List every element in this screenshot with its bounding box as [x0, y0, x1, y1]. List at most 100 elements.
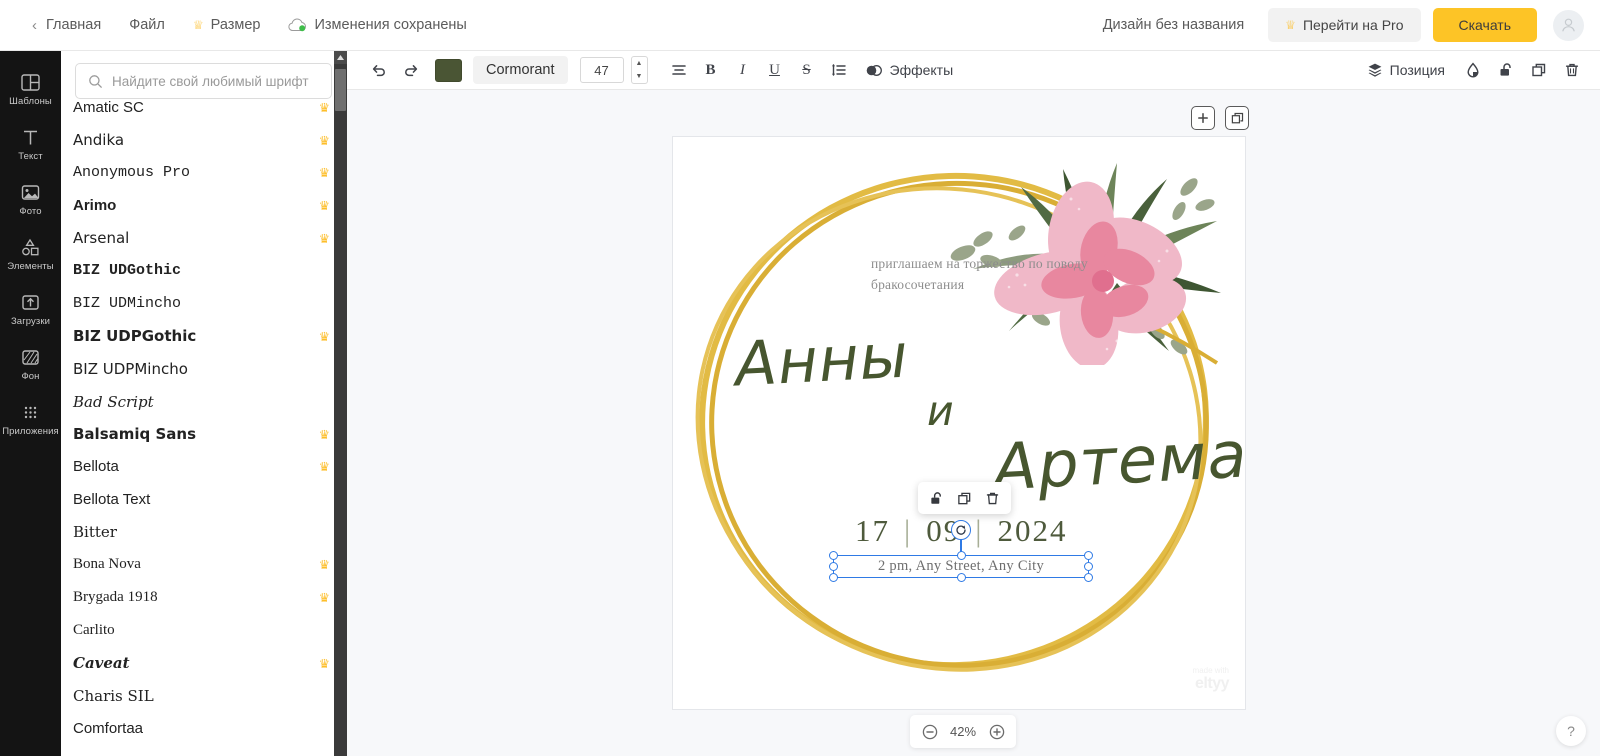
resize-handle-bottom-left[interactable]	[829, 573, 838, 582]
element-duplicate-button[interactable]	[952, 486, 977, 510]
delete-button[interactable]	[1558, 56, 1586, 84]
add-page-button[interactable]	[1191, 106, 1215, 130]
resize-handle-middle-right[interactable]	[1084, 562, 1093, 571]
font-family-selector[interactable]: Cormorant	[473, 56, 568, 84]
size-decrease-button[interactable]: ▼	[632, 70, 647, 83]
scrollbar-thumb[interactable]	[335, 69, 346, 111]
sidebar-item-templates[interactable]: Шаблоны	[0, 61, 61, 116]
position-button[interactable]: Позиция	[1358, 57, 1454, 83]
sidebar-item-apps[interactable]: Приложения	[0, 391, 61, 446]
watermark-top-label: made with	[1192, 665, 1229, 675]
sidebar-item-photo[interactable]: Фото	[0, 171, 61, 226]
font-list-item[interactable]: Bona Nova ♛	[61, 549, 346, 582]
effects-icon	[866, 64, 882, 76]
font-list-item[interactable]: Arimo ♛	[61, 189, 346, 222]
conjunction-text[interactable]: и	[927, 387, 955, 435]
resize-handle-top-left[interactable]	[829, 551, 838, 560]
font-list-item[interactable]: Bellota ♛	[61, 451, 346, 484]
transparency-button[interactable]	[1459, 56, 1487, 84]
element-unlock-button[interactable]	[924, 486, 949, 510]
font-list-item[interactable]: BIZ UDPGothic ♛	[61, 320, 346, 353]
font-list-item[interactable]: Balsamiq Sans ♛	[61, 418, 346, 451]
strikethrough-button[interactable]: S	[793, 56, 821, 84]
help-button[interactable]: ?	[1556, 716, 1586, 746]
font-name-label: Carlito	[73, 621, 115, 638]
sidebar-item-text[interactable]: Текст	[0, 116, 61, 171]
avatar[interactable]	[1553, 9, 1584, 41]
font-list-item[interactable]: Bad Script	[61, 385, 346, 418]
resize-handle-top-center[interactable]	[956, 551, 966, 560]
layers-icon	[1368, 63, 1382, 77]
redo-button[interactable]	[397, 56, 425, 84]
document-title[interactable]: Дизайн без названия	[1091, 11, 1256, 39]
design-canvas[interactable]: приглашаем на торжество по поводу бракос…	[617, 105, 1281, 753]
font-size-input[interactable]	[579, 57, 624, 83]
effects-button[interactable]: Эффекты	[857, 57, 963, 83]
sidebar-item-uploads[interactable]: Загрузки	[0, 281, 61, 336]
underline-button[interactable]: U	[761, 56, 789, 84]
upgrade-pro-button[interactable]: ♕ Перейти на Pro	[1268, 8, 1421, 42]
font-list-scrollbar[interactable]	[334, 51, 347, 756]
undo-button[interactable]	[365, 56, 393, 84]
font-list-item[interactable]: Andika ♛	[61, 124, 346, 157]
font-name-label: Brygada 1918	[73, 589, 158, 606]
font-list-item[interactable]: Anonymous Pro ♛	[61, 156, 346, 189]
font-list-item[interactable]: BIZ UDMincho	[61, 287, 346, 320]
font-list-item[interactable]: Bitter	[61, 516, 346, 549]
zoom-control: 42%	[910, 715, 1016, 748]
search-input[interactable]	[112, 73, 319, 89]
font-size-stepper[interactable]: ▲ ▼	[630, 56, 648, 84]
droplet-icon	[1467, 62, 1479, 78]
resize-handle-bottom-right[interactable]	[1084, 573, 1093, 582]
duplicate-button[interactable]	[1525, 56, 1553, 84]
font-name-label: Andika	[73, 131, 125, 150]
size-menu-button[interactable]: ♕ Размер	[179, 10, 275, 40]
font-list-item[interactable]: BIZ UDPMincho	[61, 353, 346, 386]
font-list-item[interactable]: Amatic SC ♛	[61, 91, 346, 124]
zoom-value[interactable]: 42%	[945, 724, 981, 739]
text-align-button[interactable]	[665, 56, 693, 84]
home-button[interactable]: ‹ Главная	[18, 10, 115, 41]
zoom-out-button[interactable]	[918, 720, 941, 743]
font-list-item[interactable]: Comfortaa	[61, 712, 346, 745]
zoom-in-button[interactable]	[985, 720, 1008, 743]
font-list[interactable]: Amatic SC ♛ Andika ♛ Anonymous Pro ♛ Arimo ♛ Ars…	[61, 91, 346, 756]
font-name-label: BIZ UDPMincho	[73, 359, 188, 378]
font-list-item[interactable]: Carlito	[61, 614, 346, 647]
unlock-button[interactable]	[1492, 56, 1520, 84]
resize-handle-bottom-center[interactable]	[956, 573, 966, 582]
font-list-item[interactable]: Caveat ♛	[61, 647, 346, 680]
size-label: Размер	[210, 17, 261, 33]
rotate-handle[interactable]	[951, 520, 971, 540]
italic-button[interactable]: I	[729, 56, 757, 84]
font-list-item[interactable]: Brygada 1918 ♛	[61, 581, 346, 614]
home-label: Главная	[46, 17, 102, 33]
duplicate-page-button[interactable]	[1225, 106, 1249, 130]
font-list-item[interactable]: Bellota Text	[61, 483, 346, 516]
user-icon	[1562, 18, 1575, 31]
download-button[interactable]: Скачать	[1432, 8, 1537, 42]
file-menu-button[interactable]: Файл	[115, 10, 179, 40]
invite-text[interactable]: приглашаем на торжество по поводу бракос…	[871, 254, 1101, 296]
sidebar-item-elements[interactable]: Элементы	[0, 226, 61, 281]
element-delete-button[interactable]	[980, 486, 1005, 510]
trash-icon	[1565, 63, 1579, 77]
resize-handle-top-right[interactable]	[1084, 551, 1093, 560]
canvas-stage[interactable]: приглашаем на торжество по поводу бракос…	[347, 90, 1600, 756]
text-color-swatch[interactable]	[435, 58, 462, 82]
size-increase-button[interactable]: ▲	[632, 57, 647, 70]
duplicate-icon	[1532, 63, 1546, 77]
bride-name-text[interactable]: Анны	[733, 321, 910, 401]
font-list-item[interactable]: Charis SIL	[61, 679, 346, 712]
apps-icon	[24, 406, 37, 419]
selected-text-element[interactable]: 2 pm, Any Street, Any City	[829, 520, 1093, 582]
zoom-out-icon	[922, 724, 937, 739]
scroll-up-arrow-icon[interactable]	[334, 51, 347, 64]
bold-button[interactable]: B	[697, 56, 725, 84]
line-spacing-button[interactable]	[825, 56, 853, 84]
resize-handle-middle-left[interactable]	[829, 562, 838, 571]
groom-name-text[interactable]: Артема	[991, 418, 1249, 505]
font-list-item[interactable]: Arsenal ♛	[61, 222, 346, 255]
sidebar-item-background[interactable]: Фон	[0, 336, 61, 391]
font-list-item[interactable]: BIZ UDGothic	[61, 254, 346, 287]
